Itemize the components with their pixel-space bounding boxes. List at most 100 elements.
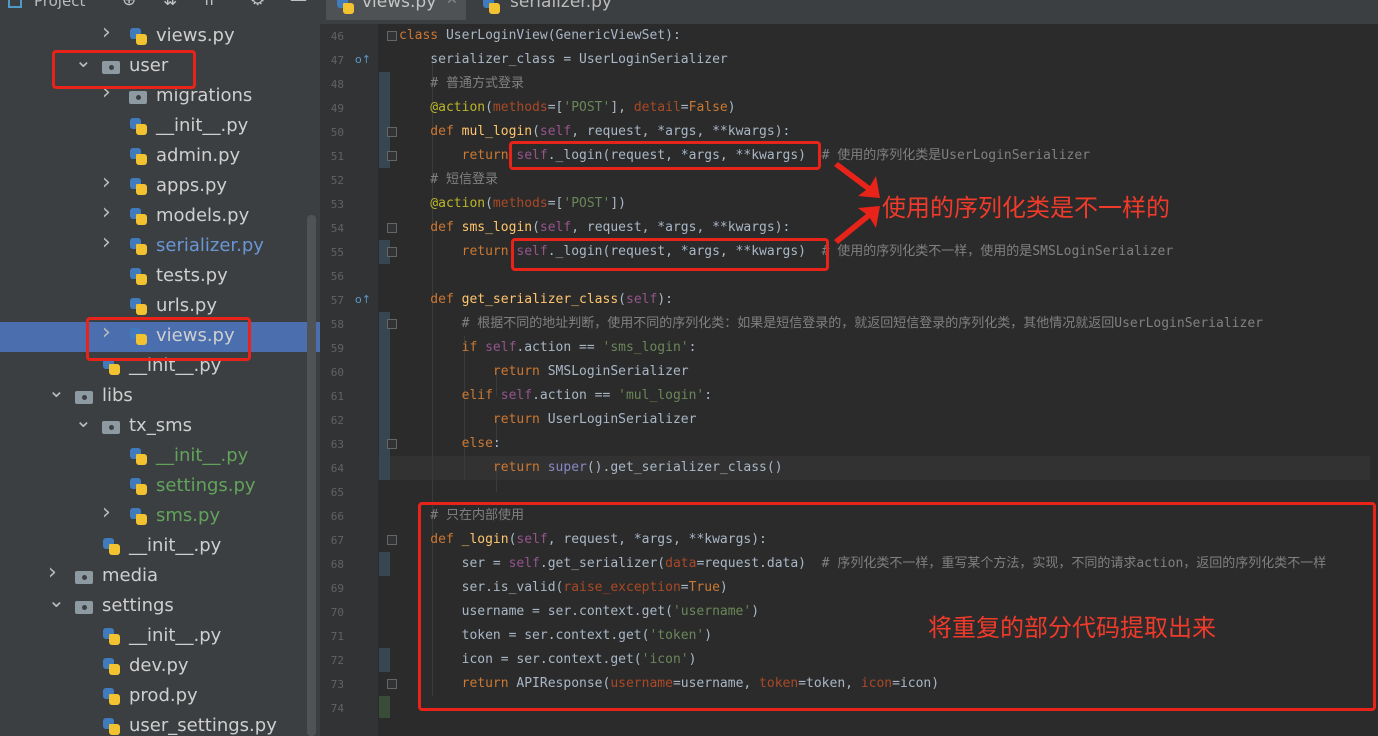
fold-marker-icon[interactable] (387, 535, 397, 545)
chevron-down-icon[interactable]: ⌄ (48, 588, 65, 612)
tree-item[interactable]: __init__.py (0, 112, 320, 142)
tree-item[interactable]: urls.py (0, 292, 320, 322)
chevron-right-icon[interactable]: › (102, 200, 118, 225)
vcs-added-marker[interactable] (379, 696, 390, 718)
folder-icon (102, 61, 120, 74)
code-line: @action(methods=['POST'], detail=False) (399, 100, 736, 115)
tree-item[interactable]: ⌄ settings (0, 588, 320, 622)
tree-item[interactable]: dev.py (0, 652, 320, 682)
vcs-change-marker[interactable] (379, 552, 390, 576)
tree-item-label: media (102, 565, 159, 586)
chevron-right-icon[interactable]: › (102, 320, 118, 345)
tree-item[interactable]: › migrations (0, 80, 320, 112)
line-number: 63 (330, 438, 344, 451)
chevron-right-icon[interactable]: › (48, 560, 64, 585)
expand-all-icon[interactable]: ⇈ (202, 0, 216, 10)
tree-item[interactable]: › views.py (0, 20, 320, 52)
chevron-down-icon[interactable]: ⌄ (48, 378, 65, 402)
tree-item-label: tx_sms (129, 415, 192, 436)
folder-icon (129, 91, 147, 104)
tree-item[interactable]: __init__.py (0, 622, 320, 652)
fold-marker-icon[interactable] (387, 319, 397, 329)
tree-item[interactable]: › apps.py (0, 170, 320, 202)
python-file-icon (102, 657, 122, 677)
chevron-right-icon[interactable]: › (102, 500, 118, 525)
code-line: serializer_class = UserLoginSerializer (399, 52, 728, 67)
code-line: # 普通方式登录 (399, 76, 524, 91)
tree-item-label: admin.py (156, 145, 241, 166)
code-line: def sms_login(self, request, *args, **kw… (399, 220, 791, 235)
chevron-down-icon[interactable]: ⌄ (75, 48, 92, 72)
code-line: token = ser.context.get('token') (399, 628, 713, 643)
annotation-different-serializer: 使用的序列化类是不一样的 (882, 194, 1170, 222)
sidebar-scrollbar[interactable] (307, 215, 316, 736)
tree-item-label: views.py (156, 25, 235, 46)
line-number: 61 (330, 390, 344, 403)
vcs-change-marker[interactable] (379, 312, 390, 480)
hide-panel-icon[interactable]: — (290, 0, 307, 10)
code-line: # 根据不同的地址判断，使用不同的序列化类：如果是短信登录的，就返回短信登录的序… (399, 316, 1263, 331)
vcs-change-marker[interactable] (379, 648, 390, 672)
tree-item[interactable]: ⌄ user (0, 48, 320, 82)
tree-item[interactable]: › sms.py (0, 500, 320, 532)
code-line: # 短信登录 (399, 172, 498, 187)
line-number: 50 (330, 126, 344, 139)
project-panel-title[interactable]: Project (34, 0, 85, 10)
tree-item[interactable]: __init__.py (0, 442, 320, 472)
chevron-right-icon[interactable]: › (102, 80, 118, 105)
tree-item[interactable]: › views.py (0, 320, 320, 352)
chevron-right-icon[interactable]: › (102, 20, 118, 45)
chevron-down-icon[interactable]: ⌄ (75, 408, 92, 432)
chevron-right-icon[interactable]: › (102, 170, 118, 195)
code-line: def get_serializer_class(self): (399, 292, 673, 307)
tree-item[interactable]: tests.py (0, 262, 320, 292)
tab-serializer-py[interactable]: serializer.py (470, 0, 640, 20)
python-file-icon (129, 27, 149, 47)
line-number: 66 (330, 510, 344, 523)
python-file-icon (129, 147, 149, 167)
fold-marker-icon[interactable] (387, 679, 397, 689)
tree-item[interactable]: prod.py (0, 682, 320, 712)
gear-icon[interactable]: ⚙ (250, 0, 265, 10)
override-marker-icon[interactable]: o↑ (355, 293, 371, 306)
add-content-icon[interactable]: ⊕ (122, 0, 136, 10)
tree-item[interactable]: admin.py (0, 142, 320, 172)
line-number: 73 (330, 678, 344, 691)
fold-marker-icon[interactable] (387, 223, 397, 233)
tree-item-label: settings (102, 595, 174, 616)
tree-item-label: user_settings.py (129, 715, 277, 736)
code-line: return super().get_serializer_class() (399, 460, 783, 475)
tree-item-label: sms.py (156, 505, 221, 526)
tree-item[interactable]: __init__.py (0, 532, 320, 562)
tree-item-label: __init__.py (129, 355, 222, 376)
tree-item-label: models.py (156, 205, 250, 226)
tab-views-py[interactable]: views.py ✕ (326, 0, 466, 20)
override-marker-icon[interactable]: o↑ (355, 53, 371, 66)
python-file-icon (129, 177, 149, 197)
code-line: return self._login(request, *args, **kwa… (399, 148, 1091, 163)
tree-item[interactable]: ⌄ tx_sms (0, 408, 320, 442)
tree-item-label: settings.py (156, 475, 256, 496)
fold-marker-icon[interactable] (387, 127, 397, 137)
code-line: ser.is_valid(raise_exception=True) (399, 580, 728, 595)
editor-right-stripe (1370, 24, 1378, 736)
fold-marker-icon[interactable] (387, 439, 397, 449)
python-file-icon (129, 447, 149, 467)
line-number: 46 (330, 30, 344, 43)
tree-item[interactable]: settings.py (0, 472, 320, 502)
line-number: 67 (330, 534, 344, 547)
line-number: 52 (330, 174, 344, 187)
collapse-all-icon[interactable]: ⇊ (163, 0, 177, 10)
tree-item[interactable]: › models.py (0, 200, 320, 232)
fold-marker-icon[interactable] (387, 151, 397, 161)
line-number: 69 (330, 582, 344, 595)
chevron-right-icon[interactable]: › (102, 230, 118, 255)
python-file-icon (129, 327, 149, 347)
tree-item[interactable]: › serializer.py (0, 230, 320, 262)
tree-item[interactable]: ⌄ libs (0, 378, 320, 412)
fold-marker-icon[interactable] (387, 31, 397, 41)
close-icon[interactable]: ✕ (446, 0, 458, 8)
fold-marker-icon[interactable] (387, 247, 397, 257)
code-line: elif self.action == 'mul_login': (399, 388, 713, 403)
tree-item[interactable]: user_settings.py (0, 712, 320, 736)
